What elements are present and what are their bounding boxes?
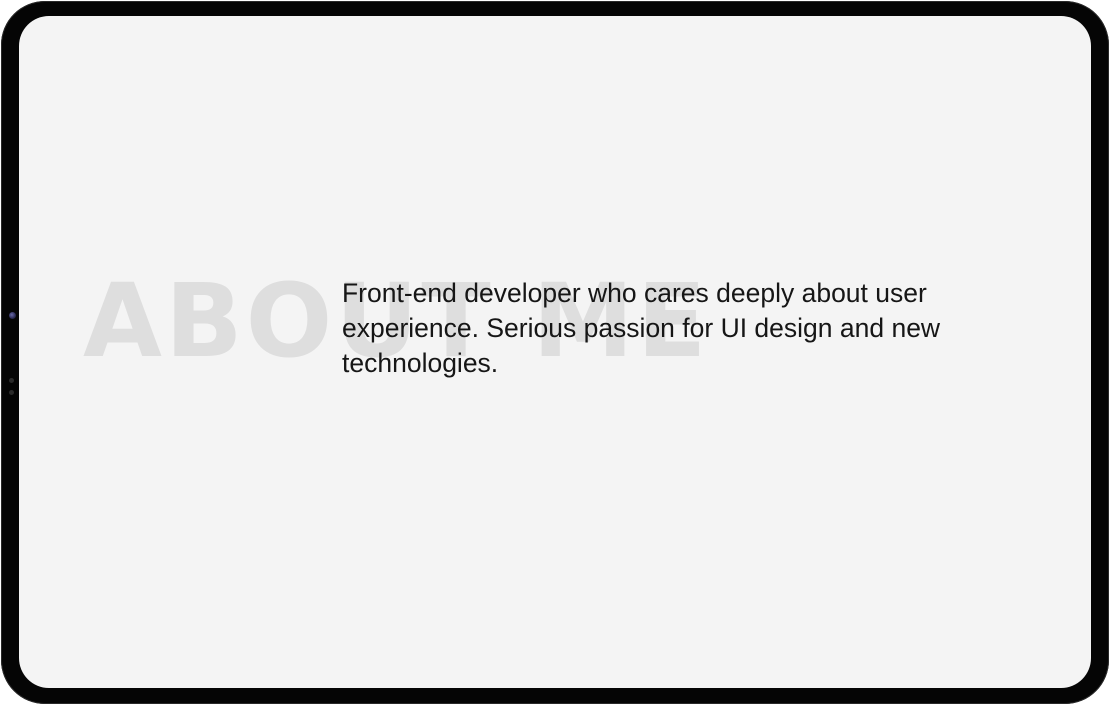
- about-me-description: Front-end developer who cares deeply abo…: [342, 278, 941, 378]
- tablet-frame: ABOUT ME Front-end developer who cares d…: [1, 1, 1109, 704]
- sensor-dot-icon: [9, 378, 14, 383]
- front-camera-icon: [9, 312, 16, 319]
- tablet-screen: ABOUT ME Front-end developer who cares d…: [19, 16, 1091, 688]
- sensor-dot-icon: [9, 390, 14, 395]
